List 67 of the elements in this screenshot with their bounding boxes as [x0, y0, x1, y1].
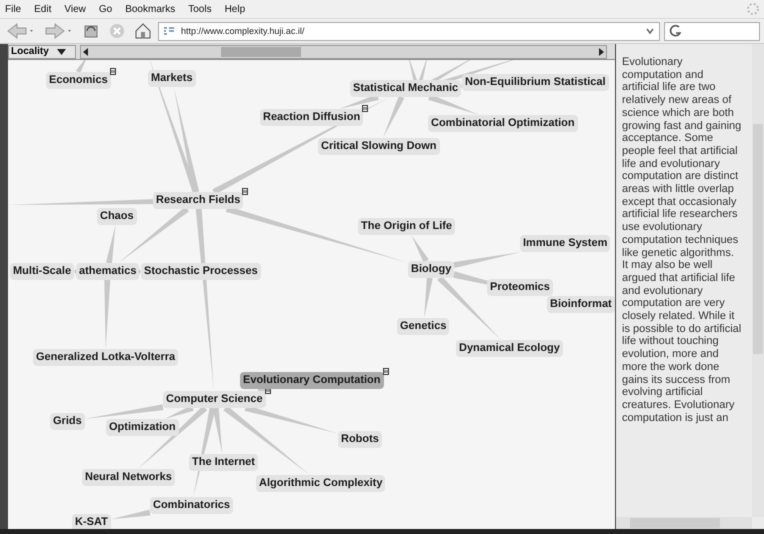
topic-node[interactable]: Combinatorics — [150, 497, 234, 514]
topic-node[interactable]: Dynamical Ecology — [456, 340, 563, 357]
scroll-left-icon[interactable] — [83, 48, 89, 56]
horizontal-scrollbar[interactable] — [616, 517, 752, 529]
menu-item[interactable]: View — [63, 4, 87, 14]
article-text: Evolutionary computation and artificial life are two relatively new areas of science which are both growing fast and gaining acceptance. Some people feel that artificial life and evolutionary computation are distinct areas with little overlap except that occasionaly artificial life researchers use evolutionary computation techniques like genetic algorithms. It may also be well argued that artificial life and evolutionary computation are very closely related. While it is possible to do artificial life without touching evolution, more and more the work done gains its success from evolving artificial creatures. Evolutionary computation is just an — [621, 55, 742, 426]
topic-node[interactable]: Grids — [50, 413, 85, 430]
back-arrow-icon — [6, 22, 36, 40]
topic-node[interactable]: Non-Equilibrium Statistical — [462, 74, 609, 91]
topic-node[interactable]: Biology — [408, 261, 454, 278]
topic-node[interactable]: Computer Science — [163, 391, 266, 408]
home-icon — [134, 22, 152, 40]
expand-icon[interactable] — [383, 368, 389, 375]
horizontal-scrollbar[interactable] — [80, 44, 607, 58]
menu-item[interactable]: Edit — [33, 4, 52, 14]
url-text: http://www.complexity.huji.ac.il/ — [181, 26, 306, 36]
caret-icon — [56, 48, 66, 54]
topic-node[interactable]: Multi-Scale — [10, 263, 74, 280]
site-icon — [163, 26, 175, 36]
forward-arrow-icon — [44, 22, 74, 40]
topic-node[interactable]: Algorithmic Complexity — [256, 475, 386, 492]
address-field[interactable]: http://www.complexity.huji.ac.il/ — [158, 22, 660, 40]
link-line — [453, 252, 522, 268]
topic-node[interactable]: Statistical Mechanic — [350, 80, 462, 97]
expand-icon[interactable] — [110, 68, 116, 75]
topic-node[interactable]: Economics — [46, 72, 111, 89]
link-line — [106, 225, 116, 264]
menu-item[interactable]: Go — [98, 4, 114, 14]
link-line — [411, 235, 429, 262]
topic-node[interactable]: Proteomics — [487, 279, 553, 296]
topic-node[interactable]: Genetics — [397, 318, 450, 335]
link-line — [111, 510, 150, 520]
topic-node[interactable]: Generalized Lotka-Volterra — [33, 349, 178, 366]
expand-icon[interactable] — [242, 188, 248, 195]
topic-node[interactable]: The Internet — [189, 454, 258, 471]
locality-dropdown[interactable]: Locality — [8, 44, 76, 58]
topic-node[interactable]: Evolutionary Computation — [240, 372, 384, 389]
topic-node[interactable]: Stochastic Processes — [141, 263, 261, 280]
scroll-right-icon[interactable] — [598, 48, 604, 56]
topic-node[interactable]: Critical Slowing Down — [318, 138, 440, 155]
search-engine-icon — [669, 24, 683, 38]
vertical-scrollbar[interactable] — [752, 44, 764, 517]
throbber-icon — [746, 2, 760, 16]
link-line — [424, 278, 433, 318]
topic-node[interactable]: Chaos — [97, 208, 137, 225]
topic-node[interactable]: Neural Networks — [82, 469, 175, 486]
link-line — [104, 280, 110, 349]
topic-node[interactable]: athematics — [76, 263, 140, 280]
topic-node[interactable]: Optimization — [106, 419, 179, 436]
topic-node[interactable]: Bioinformat — [547, 296, 615, 313]
topic-node[interactable]: Robots — [338, 431, 382, 448]
topic-node[interactable]: Combinatorial Optimization — [428, 115, 578, 132]
topic-node[interactable]: The Origin of Life — [358, 218, 456, 235]
menu-item[interactable]: File — [4, 4, 22, 14]
stop-icon — [108, 22, 126, 40]
dropdown-icon[interactable] — [645, 26, 655, 36]
topic-node[interactable]: Reaction Diffusion — [260, 109, 364, 126]
menu-item[interactable]: Bookmarks — [124, 4, 176, 14]
topic-node[interactable]: K-SAT — [72, 514, 111, 529]
link-line — [76, 60, 88, 74]
expand-icon[interactable] — [362, 105, 368, 112]
topic-node[interactable]: Markets — [148, 70, 196, 87]
search-field[interactable] — [664, 22, 760, 40]
topic-node[interactable]: Immune System — [520, 235, 610, 252]
menu-item[interactable]: Tools — [187, 4, 213, 14]
menu-item[interactable]: Help — [224, 4, 246, 14]
topic-node[interactable]: Research Fields — [153, 192, 244, 209]
